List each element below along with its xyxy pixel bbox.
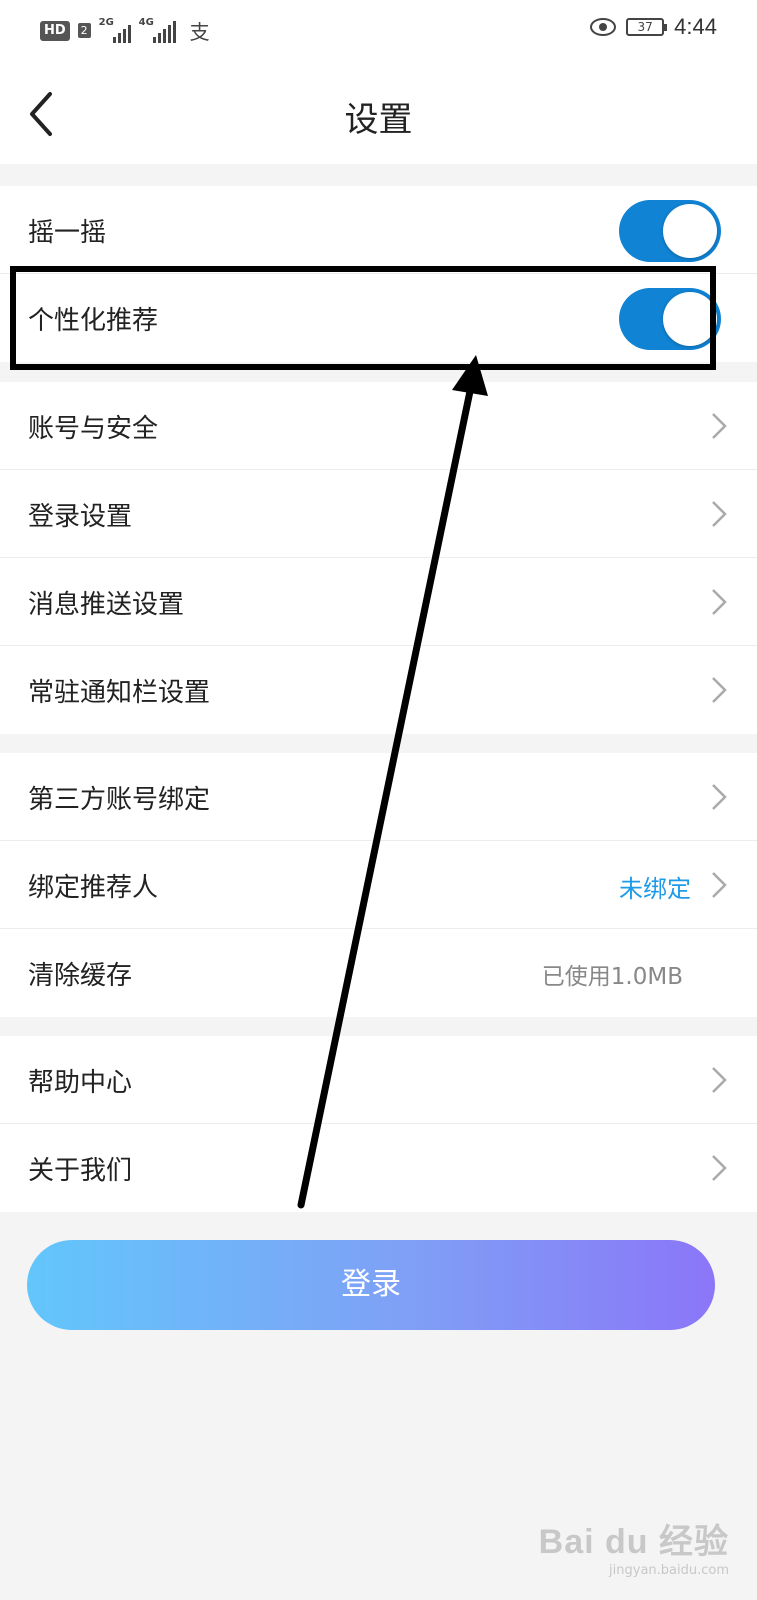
chevron-right-icon bbox=[712, 784, 727, 810]
login-settings-label: 登录设置 bbox=[28, 502, 133, 532]
account-security-row[interactable]: 账号与安全 bbox=[0, 382, 757, 470]
help-center-label: 帮助中心 bbox=[28, 1068, 133, 1098]
help-center-row[interactable]: 帮助中心 bbox=[0, 1036, 757, 1124]
baidu-jingyan-watermark: Bai du 经验 jingyan.baidu.com bbox=[539, 1514, 729, 1578]
page-title: 设置 bbox=[344, 100, 413, 140]
status-bar: HD 2 2G 4G 支 37 4:44 bbox=[0, 0, 757, 62]
chevron-right-icon bbox=[712, 1067, 727, 1093]
signal-2g-icon: 2G bbox=[98, 16, 131, 43]
network-type-label: 2G bbox=[98, 16, 114, 28]
signal-4g-icon: 4G bbox=[138, 16, 176, 43]
clear-cache-row[interactable]: 清除缓存 已使用1.0MB bbox=[0, 929, 757, 1017]
notification-bar-settings-row[interactable]: 常驻通知栏设置 bbox=[0, 646, 757, 734]
shake-label: 摇一摇 bbox=[28, 218, 107, 248]
watermark-sub: jingyan.baidu.com bbox=[609, 1563, 729, 1578]
alipay-icon: 支 bbox=[189, 20, 210, 44]
cache-size-value: 已使用1.0MB bbox=[541, 964, 683, 990]
toggle-knob bbox=[663, 204, 717, 258]
account-security-label: 账号与安全 bbox=[28, 414, 159, 444]
push-settings-label: 消息推送设置 bbox=[28, 590, 185, 620]
login-button[interactable]: 登录 bbox=[27, 1240, 715, 1330]
watermark-main: Bai du 经验 bbox=[538, 1523, 729, 1561]
help-group: 帮助中心 关于我们 bbox=[0, 1036, 757, 1212]
battery-icon: 37 bbox=[626, 18, 668, 36]
about-us-row[interactable]: 关于我们 bbox=[0, 1124, 757, 1212]
shake-row[interactable]: 摇一摇 bbox=[0, 186, 757, 274]
chevron-right-icon bbox=[712, 589, 727, 615]
chevron-right-icon bbox=[712, 872, 727, 898]
push-settings-row[interactable]: 消息推送设置 bbox=[0, 558, 757, 646]
bind-referrer-label: 绑定推荐人 bbox=[28, 873, 159, 903]
shake-toggle[interactable] bbox=[619, 200, 721, 262]
bind-referrer-row[interactable]: 绑定推荐人 未绑定 bbox=[0, 841, 757, 929]
clear-cache-label: 清除缓存 bbox=[28, 961, 133, 991]
account-settings-group: 账号与安全 登录设置 消息推送设置 常驻通知栏设置 bbox=[0, 382, 757, 734]
about-us-label: 关于我们 bbox=[28, 1156, 133, 1186]
third-party-binding-label: 第三方账号绑定 bbox=[28, 785, 211, 815]
notification-bar-settings-label: 常驻通知栏设置 bbox=[28, 678, 211, 708]
clock: 4:44 bbox=[674, 14, 717, 39]
hd-voice-icon: HD bbox=[40, 20, 70, 41]
eye-comfort-icon bbox=[590, 18, 617, 36]
chevron-right-icon bbox=[712, 677, 727, 703]
annotation-highlight-box bbox=[10, 266, 716, 370]
binding-group: 第三方账号绑定 绑定推荐人 未绑定 清除缓存 已使用1.0MB bbox=[0, 753, 757, 1017]
third-party-binding-row[interactable]: 第三方账号绑定 bbox=[0, 753, 757, 841]
sim-slot-badge: 2 bbox=[77, 23, 91, 38]
network-type-label: 4G bbox=[138, 16, 154, 28]
app-header: 设置 bbox=[0, 62, 757, 164]
chevron-right-icon bbox=[712, 501, 727, 527]
chevron-right-icon bbox=[712, 413, 727, 439]
bind-status-value: 未绑定 bbox=[619, 875, 691, 903]
login-settings-row[interactable]: 登录设置 bbox=[0, 470, 757, 558]
chevron-right-icon bbox=[712, 1155, 727, 1181]
